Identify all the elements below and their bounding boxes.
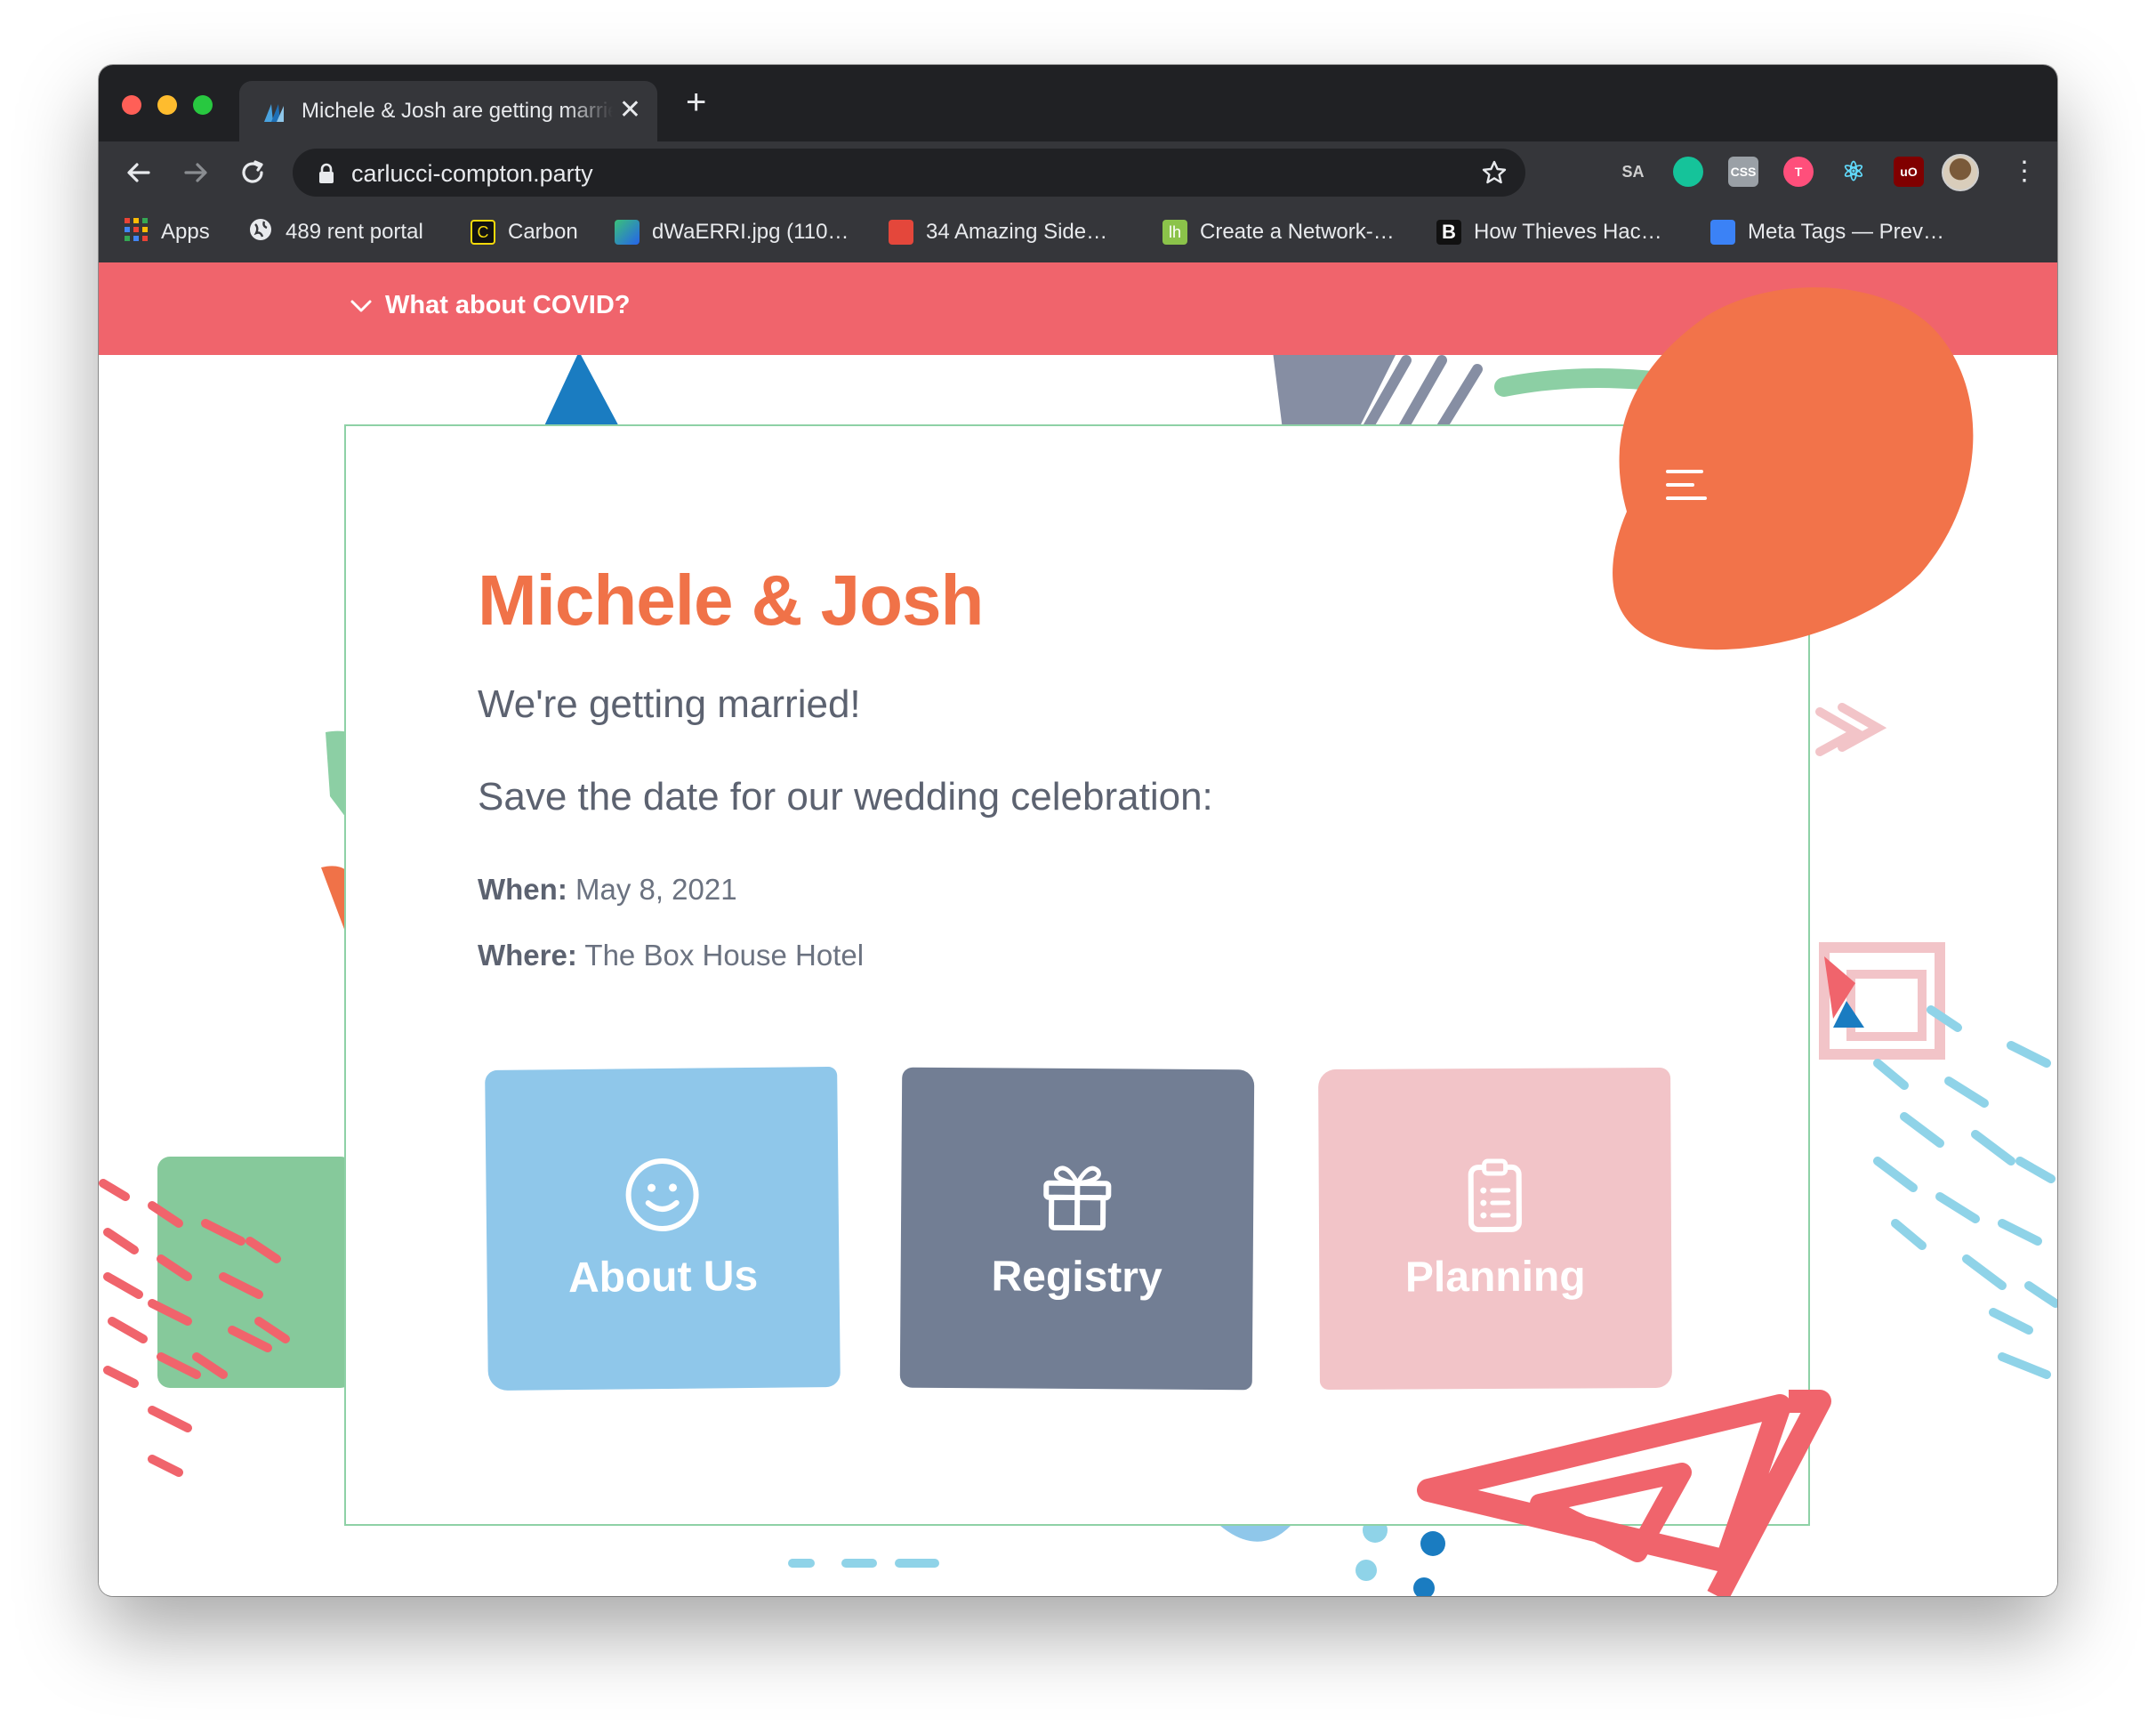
bookmark-meta-tags[interactable]: Meta Tags — Prev… bbox=[1710, 216, 1944, 248]
close-window-button[interactable] bbox=[122, 95, 141, 115]
bookmark-label: Carbon bbox=[508, 220, 578, 244]
bookmark-label: dWaERRI.jpg (110… bbox=[652, 220, 849, 244]
wedding-page: What about COVID? Michele & Josh We're g… bbox=[99, 262, 2057, 1596]
address-bar[interactable]: carlucci-compton.party bbox=[293, 149, 1525, 197]
bookmark-rent-portal[interactable]: 489 rent portal bbox=[248, 216, 423, 248]
bookmark-side-projects[interactable]: 34 Amazing Side… bbox=[889, 216, 1107, 248]
tab-title: Michele & Josh are getting married bbox=[302, 99, 613, 123]
back-arrow-icon[interactable] bbox=[124, 157, 154, 192]
t-icon[interactable]: T bbox=[1783, 157, 1814, 187]
css-icon[interactable]: CSS bbox=[1728, 157, 1758, 187]
bookmark-carbon[interactable]: C Carbon bbox=[471, 216, 578, 248]
bookmark-label: Create a Network-… bbox=[1200, 220, 1395, 244]
hamburger-menu-icon[interactable] bbox=[1666, 469, 1707, 501]
apps-grid-icon bbox=[124, 217, 149, 248]
orange-blob bbox=[1613, 286, 1974, 650]
bookmark-label: 489 rent portal bbox=[286, 220, 423, 244]
site-favicon-icon bbox=[262, 101, 286, 128]
browser-toolbar: carlucci-compton.party SACSST⚛uO✚ ⋮ bbox=[99, 141, 2057, 204]
bookmark-label: How Thieves Hac… bbox=[1474, 220, 1662, 244]
image-file-icon bbox=[615, 220, 640, 245]
carbon-icon: C bbox=[471, 220, 495, 245]
lh-icon: lh bbox=[1162, 220, 1187, 245]
forward-arrow-icon[interactable] bbox=[181, 157, 211, 192]
url-text[interactable]: carlucci-compton.party bbox=[351, 160, 593, 188]
bookmark-label: Meta Tags — Prev… bbox=[1748, 220, 1944, 244]
grammarly-icon[interactable] bbox=[1673, 157, 1703, 187]
new-tab-button[interactable]: + bbox=[686, 85, 706, 120]
profile-avatar[interactable] bbox=[1942, 154, 1979, 191]
bookmark-star-icon[interactable] bbox=[1481, 159, 1508, 190]
tab-strip: Michele & Josh are getting married ✕ + bbox=[99, 65, 2057, 141]
browser-window: Michele & Josh are getting married ✕ + c… bbox=[99, 65, 2057, 1596]
bookmarks-bar: Apps 489 rent portal C Carbon dWaERRI.jp… bbox=[99, 204, 2057, 263]
bookmark-image[interactable]: dWaERRI.jpg (110… bbox=[615, 216, 849, 248]
react-icon[interactable]: ⚛ bbox=[1838, 157, 1869, 187]
ublock-icon[interactable]: uO bbox=[1894, 157, 1924, 187]
b-logo-icon: B bbox=[1436, 220, 1461, 245]
reload-icon[interactable] bbox=[237, 157, 268, 192]
bookmark-thieves[interactable]: B How Thieves Hac… bbox=[1436, 216, 1662, 248]
sa-icon[interactable]: SA bbox=[1618, 157, 1648, 187]
minimize-window-button[interactable] bbox=[157, 95, 177, 115]
tab-close-icon[interactable]: ✕ bbox=[619, 95, 641, 125]
bookmark-network[interactable]: lh Create a Network-… bbox=[1162, 216, 1395, 248]
globe-icon bbox=[248, 217, 273, 248]
lock-icon[interactable] bbox=[318, 163, 335, 189]
kebab-menu-icon[interactable]: ⋮ bbox=[2011, 156, 2038, 188]
bookmark-label: Apps bbox=[161, 220, 210, 244]
maximize-window-button[interactable] bbox=[193, 95, 213, 115]
side-projects-icon bbox=[889, 220, 913, 245]
active-tab[interactable]: Michele & Josh are getting married ✕ bbox=[239, 81, 657, 141]
bookmark-apps[interactable]: Apps bbox=[124, 216, 210, 248]
bookmark-label: 34 Amazing Side… bbox=[926, 220, 1108, 244]
meta-tags-icon bbox=[1710, 220, 1735, 245]
